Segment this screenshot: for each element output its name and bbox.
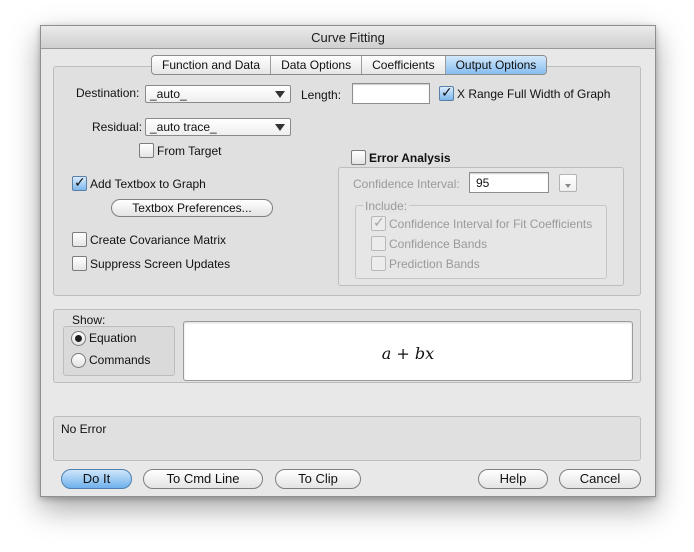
destination-value: _auto_ xyxy=(150,87,187,101)
error-analysis-label: Error Analysis xyxy=(369,151,451,165)
length-label: Length: xyxy=(301,88,342,102)
window-title: Curve Fitting xyxy=(311,30,385,45)
prediction-bands-checkbox[interactable] xyxy=(371,256,386,271)
error-analysis-checkbox[interactable] xyxy=(351,150,366,165)
tab-data-options[interactable]: Data Options xyxy=(271,56,363,74)
destination-popup[interactable]: _auto_ xyxy=(145,85,291,103)
checkmark-icon: ✓ xyxy=(441,84,453,100)
confidence-interval-menu[interactable] xyxy=(559,174,577,192)
tab-bar: Function and Data Data Options Coefficie… xyxy=(151,55,548,75)
chevron-down-icon xyxy=(565,184,571,188)
checkmark-icon: ✓ xyxy=(74,174,86,190)
destination-label: Destination: xyxy=(76,86,140,100)
radio-selected-dot xyxy=(75,335,82,342)
cancel-button[interactable]: Cancel xyxy=(559,469,641,489)
status-text: No Error xyxy=(61,422,107,436)
title-bar[interactable]: Curve Fitting xyxy=(41,26,655,49)
add-textbox-label: Add Textbox to Graph xyxy=(90,177,206,191)
confidence-bands-checkbox[interactable] xyxy=(371,236,386,251)
to-clip-button[interactable]: To Clip xyxy=(275,469,361,489)
show-label: Show: xyxy=(72,313,106,327)
include-label: Include: xyxy=(363,199,410,213)
status-panel xyxy=(53,416,641,461)
to-cmd-line-button[interactable]: To Cmd Line xyxy=(143,469,263,489)
create-covariance-checkbox[interactable] xyxy=(72,232,87,247)
commands-radio-label: Commands xyxy=(89,353,151,367)
add-textbox-checkbox[interactable]: ✓ xyxy=(72,174,87,191)
suppress-updates-label: Suppress Screen Updates xyxy=(90,257,231,271)
curve-fitting-dialog: Curve Fitting Function and Data Data Opt… xyxy=(40,25,656,497)
tab-output-options[interactable]: Output Options xyxy=(445,56,547,74)
create-covariance-label: Create Covariance Matrix xyxy=(90,233,227,247)
from-target-label: From Target xyxy=(157,144,222,158)
residual-value: _auto trace_ xyxy=(150,120,217,134)
residual-label: Residual: xyxy=(92,120,143,134)
checkmark-icon: ✓ xyxy=(373,214,385,230)
tab-function-and-data[interactable]: Function and Data xyxy=(152,56,272,74)
do-it-button[interactable]: Do It xyxy=(61,469,132,489)
suppress-updates-checkbox[interactable] xyxy=(72,256,87,271)
help-button[interactable]: Help xyxy=(478,469,548,489)
chevron-down-icon xyxy=(275,124,285,131)
x-range-full-width-checkbox[interactable]: ✓ xyxy=(439,84,454,101)
equation-display: a + bx xyxy=(183,321,633,381)
equation-radio[interactable] xyxy=(71,331,86,346)
tab-coefficients[interactable]: Coefficients xyxy=(362,56,446,74)
commands-radio[interactable] xyxy=(71,353,86,368)
ci-fit-coefficients-checkbox[interactable]: ✓ xyxy=(371,214,386,231)
equation-radio-label: Equation xyxy=(89,331,137,345)
residual-popup[interactable]: _auto trace_ xyxy=(145,118,291,136)
length-field[interactable] xyxy=(352,83,430,104)
confidence-interval-label: Confidence Interval: xyxy=(353,177,460,191)
confidence-bands-label: Confidence Bands xyxy=(389,237,488,251)
confidence-interval-value: 95 xyxy=(476,176,490,190)
from-target-checkbox[interactable] xyxy=(139,143,154,158)
confidence-interval-field[interactable]: 95 xyxy=(469,172,549,193)
prediction-bands-label: Prediction Bands xyxy=(389,257,480,271)
equation-text: a + bx xyxy=(381,344,435,363)
x-range-full-width-label: X Range Full Width of Graph xyxy=(457,87,611,101)
chevron-down-icon xyxy=(275,91,285,98)
textbox-preferences-button[interactable]: Textbox Preferences... xyxy=(111,199,273,217)
ci-fit-coefficients-label: Confidence Interval for Fit Coefficients xyxy=(389,217,593,231)
